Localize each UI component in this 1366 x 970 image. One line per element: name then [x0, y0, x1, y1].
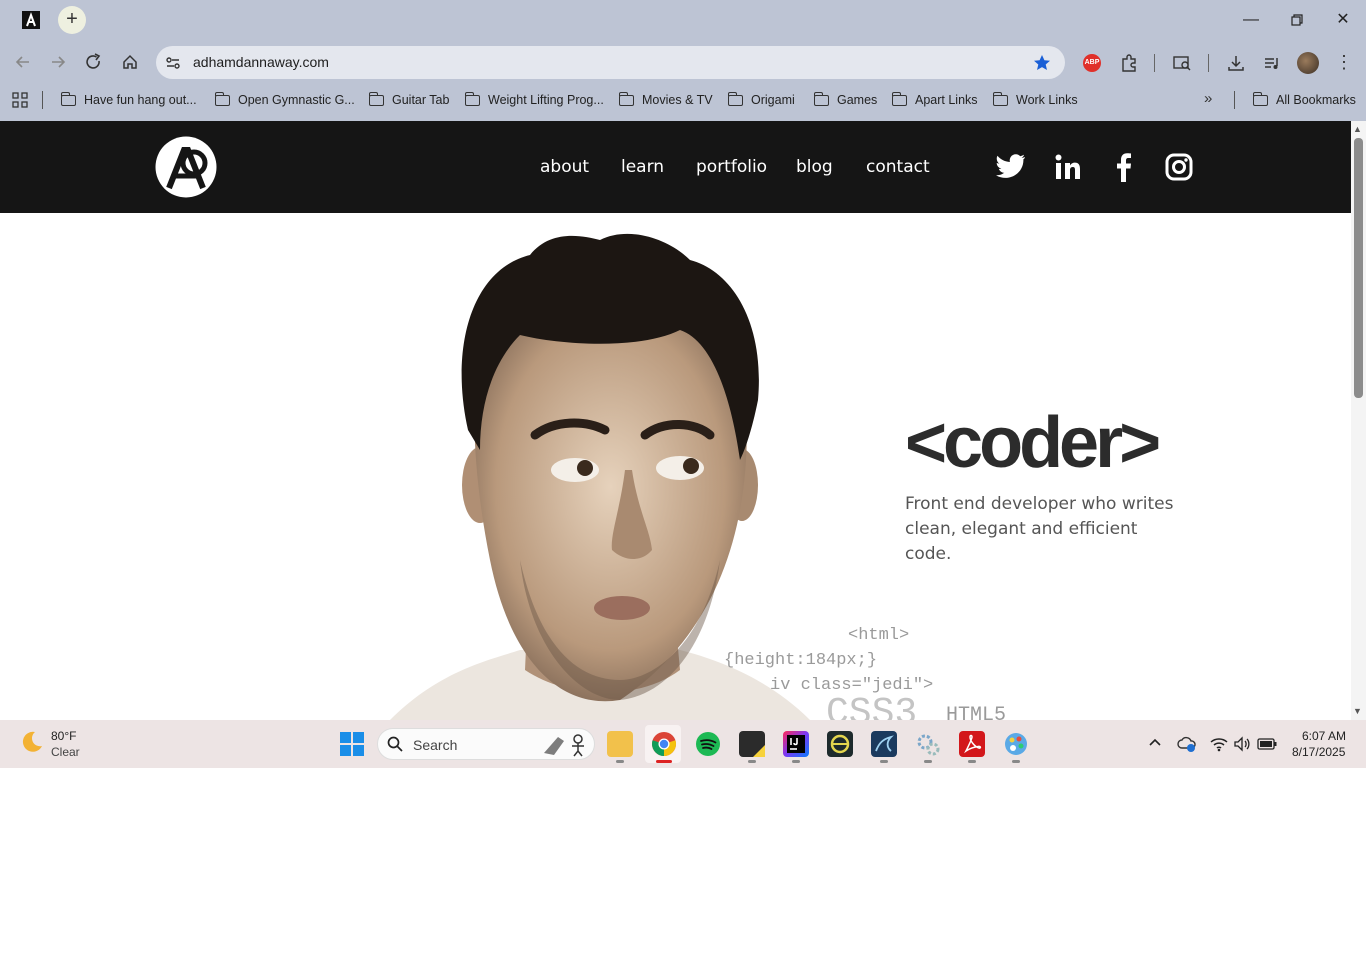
nav-about-link[interactable]: about	[540, 157, 589, 177]
folder-icon	[813, 91, 829, 106]
acrobat-pdf-icon[interactable]	[959, 731, 985, 757]
instagram-icon[interactable]	[1165, 153, 1193, 186]
close-window-button[interactable]: ✕	[1328, 8, 1358, 34]
folder-icon	[1252, 91, 1268, 106]
toolbar-separator	[1154, 54, 1155, 72]
running-indicator	[616, 760, 624, 763]
weather-temperature[interactable]: 80°F	[51, 729, 76, 743]
weather-moon-icon[interactable]	[20, 730, 44, 759]
clock-date[interactable]: 8/17/2025	[1292, 745, 1345, 759]
menu-icon[interactable]: ⋮	[1335, 52, 1353, 72]
bookmark-folder[interactable]: Weight Lifting Prog...	[464, 91, 604, 109]
forward-icon[interactable]	[45, 49, 71, 75]
profile-avatar[interactable]	[1297, 52, 1319, 74]
running-indicator	[968, 760, 976, 763]
show-hidden-icons-chevron-icon[interactable]	[1148, 735, 1162, 752]
spotify-icon[interactable]	[695, 731, 721, 762]
code-snippet-line: <html>	[848, 626, 910, 645]
eclipse-cpp-icon[interactable]	[827, 731, 853, 757]
new-tab-button[interactable]: +	[58, 6, 86, 34]
site-info-icon[interactable]	[164, 54, 182, 72]
restore-button[interactable]	[1282, 8, 1312, 34]
battery-charging-icon[interactable]	[1257, 736, 1277, 757]
folder-icon	[891, 91, 907, 106]
bookmark-folder[interactable]: Origami	[727, 91, 795, 109]
windows-start-icon[interactable]	[340, 732, 364, 761]
folder-icon	[214, 91, 230, 106]
back-icon[interactable]	[10, 49, 36, 75]
tab-search-icon[interactable]	[1172, 53, 1192, 78]
home-icon[interactable]	[117, 49, 143, 75]
bookmark-folder[interactable]: Apart Links	[891, 91, 978, 109]
scrollbar-thumb[interactable]	[1354, 138, 1363, 398]
running-indicator	[880, 760, 888, 763]
bookmarks-separator	[1234, 91, 1235, 109]
toolbar-separator	[1208, 54, 1209, 72]
nav-portfolio-link[interactable]: portfolio	[696, 157, 767, 177]
bookmark-folder[interactable]: Open Gymnastic G...	[214, 91, 355, 109]
nav-learn-link[interactable]: learn	[621, 157, 664, 177]
more-bookmarks-chevron-icon[interactable]: »	[1204, 90, 1212, 107]
search-highlight-icon	[542, 731, 590, 762]
intellij-icon[interactable]	[783, 731, 809, 757]
bookmarks-separator	[42, 91, 43, 109]
folder-icon	[464, 91, 480, 106]
paint-app-icon[interactable]	[1003, 731, 1029, 762]
active-indicator	[656, 760, 672, 763]
nav-contact-link[interactable]: contact	[866, 157, 930, 177]
scroll-up-arrow-icon[interactable]: ▲	[1353, 124, 1362, 134]
browser-title-bar	[0, 0, 1366, 42]
folder-icon	[618, 91, 634, 106]
bookmark-folder[interactable]: Games	[813, 91, 877, 109]
adblock-extension-icon[interactable]: ABP	[1083, 54, 1101, 72]
onedrive-cloud-icon[interactable]	[1177, 735, 1197, 758]
all-bookmarks-folder[interactable]: All Bookmarks	[1252, 91, 1356, 109]
volume-icon[interactable]	[1233, 735, 1251, 758]
media-controls-icon[interactable]	[1262, 53, 1282, 78]
site-favicon-icon[interactable]	[20, 9, 44, 31]
linkedin-icon[interactable]	[1054, 153, 1082, 186]
code-snippet-css3: CSS3	[826, 692, 918, 720]
nav-blog-link[interactable]: blog	[796, 157, 833, 177]
weather-description[interactable]: Clear	[51, 745, 80, 759]
minimize-button[interactable]: —	[1236, 8, 1266, 34]
folder-icon	[727, 91, 743, 106]
taskbar-search-placeholder: Search	[413, 737, 458, 753]
wifi-icon[interactable]	[1209, 735, 1229, 758]
bookmark-folder[interactable]: Have fun hang out...	[60, 91, 197, 109]
bookmark-folder[interactable]: Work Links	[992, 91, 1078, 109]
apps-grid-icon[interactable]	[12, 92, 28, 113]
running-indicator	[1012, 760, 1020, 763]
folder-icon	[368, 91, 384, 106]
code-snippet-html5: HTML5	[946, 704, 1007, 720]
folder-icon	[60, 91, 76, 106]
reload-icon[interactable]	[81, 49, 107, 75]
chrome-icon[interactable]	[651, 731, 677, 762]
extensions-icon[interactable]	[1119, 53, 1139, 78]
facebook-icon[interactable]	[1114, 152, 1132, 187]
mysql-workbench-icon[interactable]	[871, 731, 897, 757]
search-icon	[387, 736, 403, 757]
scroll-down-arrow-icon[interactable]: ▼	[1353, 706, 1362, 716]
clock-time[interactable]: 6:07 AM	[1302, 729, 1346, 743]
running-indicator	[748, 760, 756, 763]
twitter-icon[interactable]	[995, 152, 1027, 187]
hero-title: <coder>	[905, 403, 1161, 483]
hero-subtitle: Front end developer who writes clean, el…	[905, 494, 1174, 564]
system-tools-gear-icon[interactable]	[915, 731, 941, 762]
file-explorer-icon[interactable]	[607, 731, 633, 757]
hero-portrait-image	[380, 230, 850, 720]
running-indicator	[924, 760, 932, 763]
bookmark-star-icon[interactable]	[1032, 53, 1052, 78]
url-text[interactable]: adhamdannaway.com	[193, 54, 329, 70]
downloads-icon[interactable]	[1226, 53, 1246, 78]
folder-icon	[992, 91, 1008, 106]
site-logo[interactable]	[155, 136, 217, 198]
code-snippet-line: {height:184px;}	[724, 651, 878, 670]
sticky-notes-icon[interactable]	[739, 731, 765, 757]
running-indicator	[792, 760, 800, 763]
bookmark-folder[interactable]: Movies & TV	[618, 91, 713, 109]
bookmark-folder[interactable]: Guitar Tab	[368, 91, 449, 109]
